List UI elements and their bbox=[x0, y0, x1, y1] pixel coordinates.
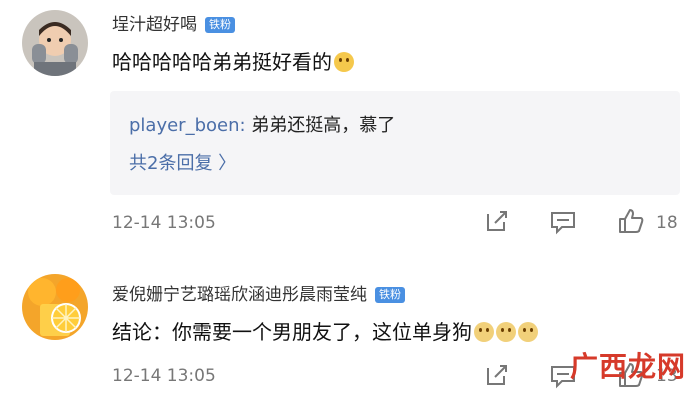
timestamp: 12-14 13:05 bbox=[112, 213, 216, 233]
smile-emoji-icon bbox=[334, 52, 354, 72]
username[interactable]: 爱倪姗宁艺璐瑶欣涵迪彤晨雨莹纯 铁粉 bbox=[112, 280, 405, 305]
site-watermark: 广西龙网 bbox=[570, 350, 687, 383]
comment-item: 埕汁超好喝 铁粉 哈哈哈哈哈弟弟挺好看的 player_boen: 弟弟还挺高，慕… bbox=[0, 0, 700, 250]
comment-text-content: 结论：你需要一个男朋友了，这位单身狗 bbox=[112, 320, 472, 344]
share-icon bbox=[487, 365, 507, 385]
avatar[interactable] bbox=[22, 10, 88, 76]
comment-icon bbox=[551, 212, 575, 235]
comment-text: 结论：你需要一个男朋友了，这位单身狗 bbox=[112, 316, 538, 345]
dog-emoji-icon bbox=[474, 322, 494, 342]
dog-emoji-icon bbox=[496, 322, 516, 342]
dog-emoji-icon bbox=[518, 322, 538, 342]
share-button[interactable] bbox=[482, 360, 512, 390]
share-button[interactable] bbox=[482, 206, 512, 236]
view-replies-link[interactable]: 共2条回复 〉 bbox=[129, 149, 236, 175]
avatar[interactable] bbox=[22, 274, 88, 340]
reply-text: 弟弟还挺高，慕了 bbox=[245, 115, 396, 136]
reply-line: player_boen: 弟弟还挺高，慕了 bbox=[129, 111, 395, 137]
share-icon bbox=[487, 211, 507, 231]
like-count: 18 bbox=[656, 213, 678, 233]
username-text[interactable]: 爱倪姗宁艺璐瑶欣涵迪彤晨雨莹纯 bbox=[112, 285, 367, 305]
thumbs-up-icon bbox=[619, 209, 644, 233]
comment-text: 哈哈哈哈哈弟弟挺好看的 bbox=[112, 46, 354, 75]
reply-preview[interactable]: player_boen: 弟弟还挺高，慕了 共2条回复 〉 bbox=[110, 91, 680, 195]
username[interactable]: 埕汁超好喝 铁粉 bbox=[112, 10, 235, 35]
like-button[interactable] bbox=[616, 206, 646, 236]
fan-badge: 铁粉 bbox=[205, 17, 235, 33]
timestamp: 12-14 13:05 bbox=[112, 366, 216, 386]
reply-button[interactable] bbox=[548, 206, 578, 236]
reply-username[interactable]: player_boen: bbox=[129, 115, 246, 136]
comment-text-content: 哈哈哈哈哈弟弟挺好看的 bbox=[112, 50, 332, 74]
username-text[interactable]: 埕汁超好喝 bbox=[112, 15, 197, 35]
fan-badge: 铁粉 bbox=[375, 287, 405, 303]
